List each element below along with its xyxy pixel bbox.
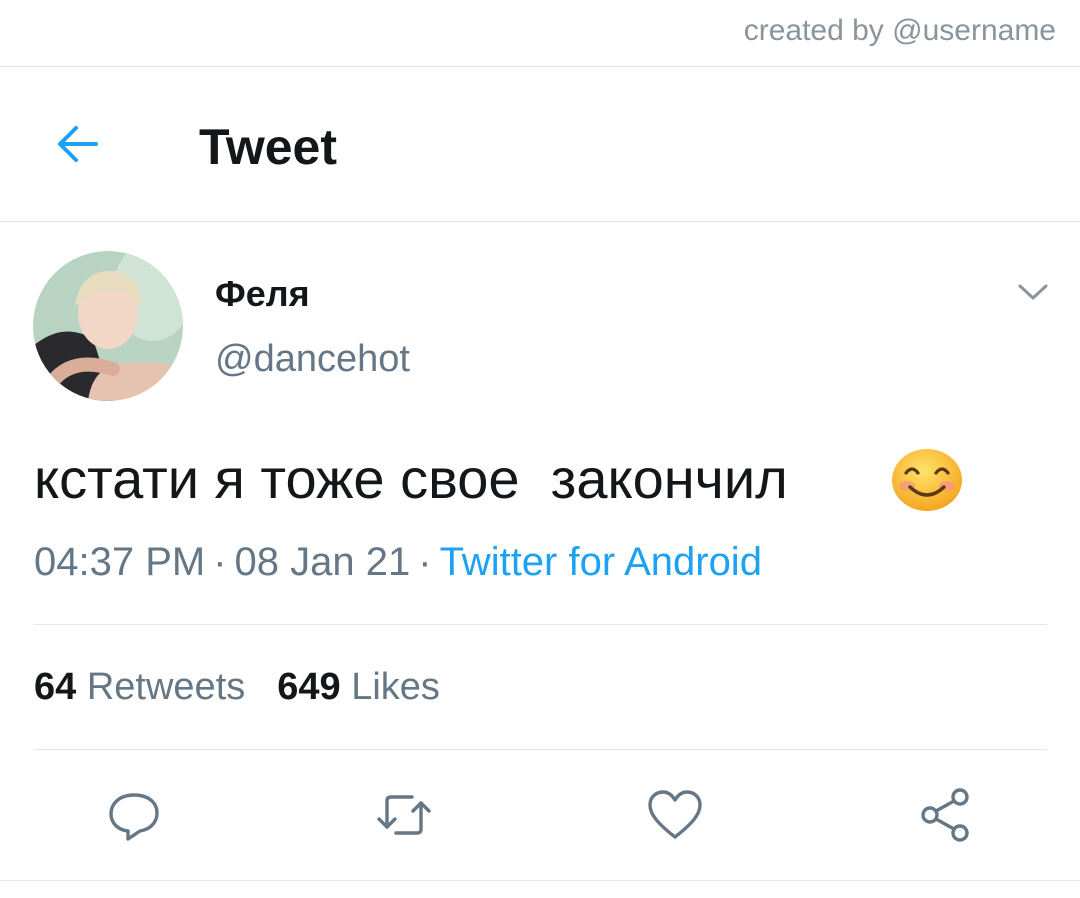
meta-separator: · [213, 540, 227, 584]
stats-divider [34, 749, 1047, 750]
author-display-name[interactable]: Феля [215, 273, 310, 315]
likes-label: Likes [351, 666, 440, 708]
retweets-label: Retweets [86, 666, 246, 708]
page-title: Tweet [199, 119, 337, 175]
tweet-date: 08 Jan 21 [234, 540, 411, 584]
meta-separator: · [418, 540, 432, 584]
tweet-meta: 04:37 PM · 08 Jan 21 · Twitter for Android [34, 540, 762, 585]
author-handle[interactable]: @dancehot [215, 338, 410, 381]
header-divider [0, 221, 1080, 222]
retweets-count: 64 [34, 666, 77, 708]
retweets-stat[interactable]: 64 Retweets [34, 666, 245, 709]
likes-stat[interactable]: 649 Likes [277, 666, 440, 709]
chevron-down-icon[interactable] [1014, 278, 1052, 306]
likes-count: 649 [277, 666, 341, 708]
back-arrow-icon[interactable] [52, 122, 102, 166]
top-divider [0, 66, 1080, 67]
meta-divider [34, 624, 1047, 625]
tweet-time: 04:37 PM [34, 540, 206, 584]
smiling-face-emoji-icon [890, 447, 964, 513]
avatar[interactable] [33, 251, 183, 401]
tweet-text: кстати я тоже свое закончил [34, 447, 788, 510]
tweet-detail-screen: created by @username Tweet Феля @danceho… [0, 0, 1080, 898]
retweet-icon[interactable] [374, 787, 434, 843]
bottom-divider [0, 880, 1080, 881]
share-icon[interactable] [916, 787, 976, 843]
tweet-source-link[interactable]: Twitter for Android [440, 540, 762, 584]
reply-icon[interactable] [104, 787, 164, 843]
tweet-stats: 64 Retweets 649 Likes [34, 666, 440, 709]
like-icon[interactable] [645, 787, 705, 843]
watermark-text: created by @username [743, 14, 1056, 47]
